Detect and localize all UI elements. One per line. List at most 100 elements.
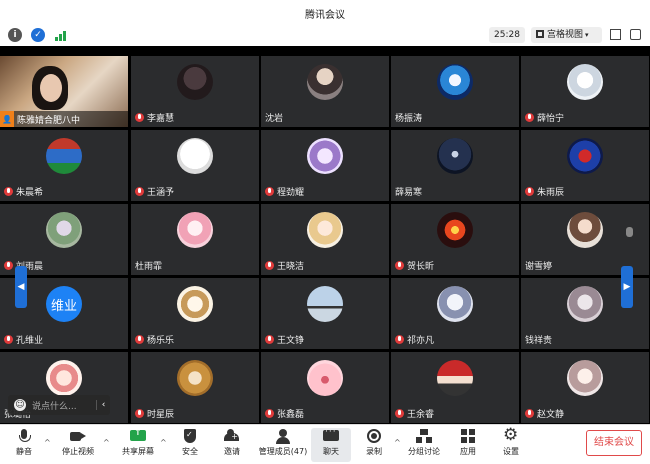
video-options-caret[interactable]: ^ xyxy=(103,438,110,447)
mute-label: 静音 xyxy=(16,447,32,456)
participant-avatar xyxy=(567,286,603,322)
mic-icon xyxy=(626,227,633,237)
participant-avatar xyxy=(177,286,213,322)
signal-icon[interactable] xyxy=(54,28,68,42)
participant-label: 钱祥贵 xyxy=(525,333,552,346)
participant-tile[interactable]: 贺长昕 xyxy=(391,204,519,275)
record-icon xyxy=(366,429,382,444)
invite-label: 邀请 xyxy=(224,447,240,456)
participant-tile[interactable]: 张鑫磊 xyxy=(261,352,389,423)
collapse-chat-icon[interactable]: ‹ xyxy=(96,400,110,410)
muted-mic-icon xyxy=(525,187,534,196)
participant-name: 王晓洁 xyxy=(277,262,305,272)
participant-name: 杜雨霏 xyxy=(135,262,163,272)
float-window-icon[interactable] xyxy=(630,29,641,40)
share-screen-label: 共享屏幕 xyxy=(122,447,154,456)
participant-tile[interactable]: 王晓洁 xyxy=(261,204,389,275)
page-left-button[interactable]: ◀ xyxy=(15,266,27,308)
participant-tile[interactable]: 杨乐乐 xyxy=(131,278,259,349)
participant-avatar xyxy=(46,212,82,248)
chat-button[interactable]: 聊天 xyxy=(311,427,351,462)
settings-button[interactable]: 设置 xyxy=(487,425,535,462)
status-bar: i ✓ 25:28 宫格视图 ▾ xyxy=(0,24,650,46)
participant-tile[interactable]: 李嘉慧 xyxy=(131,56,259,127)
participant-tile[interactable]: 杨振涛 xyxy=(391,56,519,127)
muted-mic-icon xyxy=(4,335,13,344)
participant-avatar xyxy=(437,360,473,396)
participant-tile[interactable]: 赵文静 xyxy=(521,352,649,423)
breakout-label: 分组讨论 xyxy=(408,447,440,456)
participant-name: 杨乐乐 xyxy=(147,336,175,346)
participant-name: 祁亦凡 xyxy=(407,336,435,346)
participant-name: 孔维业 xyxy=(16,336,44,346)
participant-label: 孔维业 xyxy=(4,333,43,346)
participant-tile[interactable]: 薛怡宁 xyxy=(521,56,649,127)
video-area: 👤 陈雅婧合肥八中 李嘉慧 沈岩 杨振涛 薛怡宁朱晨希 王涵予 程劲耀 薛易寒 朱雨辰刘雨晨 杜雨霏… xyxy=(0,46,650,424)
participant-tile[interactable]: 祁亦凡 xyxy=(391,278,519,349)
muted-mic-icon xyxy=(265,187,274,196)
chat-input-bar[interactable]: ☺ 说点什么... ‹ xyxy=(8,395,110,415)
participant-name: 时星辰 xyxy=(147,410,175,420)
participant-tile[interactable]: 杜雨霏 xyxy=(131,204,259,275)
participant-tile[interactable]: 薛易寒 xyxy=(391,130,519,201)
members-label: 管理成员(47) xyxy=(258,447,308,456)
mic-options-caret[interactable]: ^ xyxy=(44,438,51,447)
exit-fullscreen-icon[interactable] xyxy=(610,29,621,40)
participant-label: 李嘉慧 xyxy=(135,111,174,124)
participant-tile[interactable]: 刘雨晨 xyxy=(0,204,128,275)
info-icon[interactable]: i xyxy=(8,28,22,42)
participant-tile[interactable]: 王涵予 xyxy=(131,130,259,201)
end-meeting-button[interactable]: 结束会议 xyxy=(586,430,642,456)
participant-name: 贺长昕 xyxy=(407,262,435,272)
participant-tile[interactable]: 时星辰 xyxy=(131,352,259,423)
participant-avatar xyxy=(177,64,213,100)
apps-button[interactable]: 应用 xyxy=(444,428,492,462)
muted-mic-icon xyxy=(265,335,274,344)
participant-tile[interactable]: 程劲耀 xyxy=(261,130,389,201)
security-button[interactable]: 安全 xyxy=(166,428,214,462)
participant-avatar xyxy=(307,138,343,174)
breakout-button[interactable]: 分组讨论 xyxy=(400,428,448,462)
invite-icon xyxy=(224,429,240,444)
page-right-button[interactable]: ▶ xyxy=(621,266,633,308)
participant-tile[interactable]: 沈岩 xyxy=(261,56,389,127)
view-mode-button[interactable]: 宫格视图 ▾ xyxy=(531,27,602,43)
participant-nametag: 👤 陈雅婧合肥八中 xyxy=(0,111,128,127)
participant-tile[interactable]: 王文铮 xyxy=(261,278,389,349)
participant-name: 朱雨辰 xyxy=(537,188,565,198)
participant-tile[interactable]: 朱雨辰 xyxy=(521,130,649,201)
mute-button[interactable]: 静音 xyxy=(0,428,48,462)
chat-placeholder[interactable]: 说点什么... xyxy=(32,399,96,412)
view-mode-label: 宫格视图 xyxy=(547,30,584,40)
window-title: 腾讯会议 xyxy=(305,10,345,21)
members-button[interactable]: 管理成员(47) xyxy=(254,428,312,462)
invite-button[interactable]: 邀请 xyxy=(208,428,256,462)
participant-tile[interactable]: 👤 陈雅婧合肥八中 xyxy=(0,56,128,127)
participant-avatar xyxy=(437,138,473,174)
host-user-icon: 👤 xyxy=(0,111,14,127)
emoji-icon[interactable]: ☺ xyxy=(14,399,26,411)
participant-name: 王余睿 xyxy=(407,410,435,420)
stop-video-button[interactable]: 停止视频 xyxy=(54,428,102,462)
participant-tile[interactable]: 谢雪婷 xyxy=(521,204,649,275)
participant-label: 张鑫磊 xyxy=(265,407,304,420)
title-bar: 腾讯会议 xyxy=(0,0,650,24)
participant-label: 薛易寒 xyxy=(395,185,422,198)
participant-grid: 👤 陈雅婧合肥八中 李嘉慧 沈岩 杨振涛 薛怡宁朱晨希 王涵予 程劲耀 薛易寒 朱雨辰刘雨晨 杜雨霏… xyxy=(0,56,650,424)
participant-tile[interactable]: 朱晨希 xyxy=(0,130,128,201)
share-screen-icon xyxy=(130,428,146,444)
participant-tile[interactable]: 王余睿 xyxy=(391,352,519,423)
record-button[interactable]: 录制 xyxy=(350,428,398,462)
participant-name: 沈岩 xyxy=(265,114,284,124)
participant-name: 谢雪婷 xyxy=(525,262,553,272)
muted-mic-icon xyxy=(395,409,404,418)
share-screen-button[interactable]: 共享屏幕 xyxy=(114,428,162,462)
chat-label: 聊天 xyxy=(323,447,339,456)
grid-view-icon xyxy=(536,30,544,38)
stop-video-label: 停止视频 xyxy=(62,447,94,456)
participant-avatar xyxy=(567,212,603,248)
webcam-face xyxy=(40,74,62,102)
shield-icon[interactable]: ✓ xyxy=(31,28,45,42)
participant-label: 朱晨希 xyxy=(4,185,43,198)
participant-name: 李嘉慧 xyxy=(147,114,175,124)
